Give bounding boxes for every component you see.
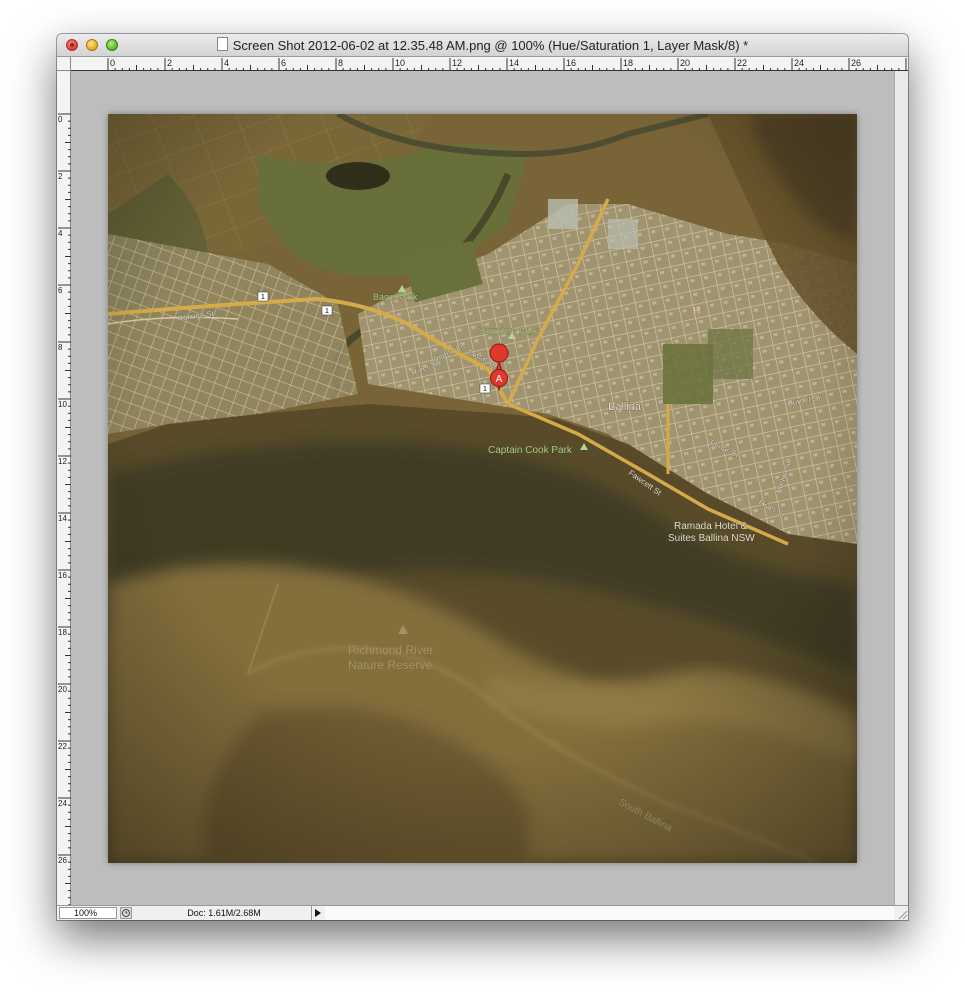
ruler-label: 10 xyxy=(58,400,67,409)
label-richmond-river: Richmond River xyxy=(348,643,433,657)
photoshop-document-window: Screen Shot 2012-06-02 at 12.35.48 AM.pn… xyxy=(57,34,908,920)
ruler-label: 18 xyxy=(623,58,633,68)
ruler-label: 10 xyxy=(395,58,405,68)
document-size-info: Doc: 1.61M/2.68M xyxy=(137,906,312,920)
label-nature-reserve: Nature Reserve xyxy=(348,658,432,672)
route-shield-label: 1 xyxy=(261,294,265,301)
ruler-label: 16 xyxy=(566,58,576,68)
label-captain-cook-park: Captain Cook Park xyxy=(488,445,573,456)
label-ramada-line2: Suites Ballina NSW xyxy=(668,533,755,544)
ruler-origin[interactable] xyxy=(57,57,71,71)
ruler-label: 6 xyxy=(58,286,63,295)
hospital-icon: H xyxy=(693,306,700,317)
map-image-canvas[interactable]: Bagot Park Saunders Park Ballina Captain… xyxy=(108,114,857,863)
ruler-label: 12 xyxy=(58,457,67,466)
horizontal-ruler-scale: 0 2 4 6 8 10 12 14 16 18 20 22 24 26 xyxy=(71,58,908,71)
resize-grip-icon[interactable] xyxy=(894,906,908,920)
ruler-label: 8 xyxy=(58,343,63,352)
ruler-label: 22 xyxy=(58,742,67,751)
ruler-label: 22 xyxy=(737,58,747,68)
ruler-label: 20 xyxy=(680,58,690,68)
route-shield-label: 1 xyxy=(325,308,329,315)
vertical-scrollbar[interactable] xyxy=(894,71,908,905)
zoom-level-value: 100% xyxy=(74,908,98,918)
ruler-label: 24 xyxy=(58,799,67,808)
ruler-label: 8 xyxy=(338,58,343,68)
ruler-label: 4 xyxy=(58,229,63,238)
ruler-label: 24 xyxy=(794,58,804,68)
ruler-label: 14 xyxy=(58,514,67,523)
ruler-label: 0 xyxy=(110,58,115,68)
vertical-ruler[interactable]: 0 2 4 6 8 10 12 14 16 18 20 22 24 26 xyxy=(57,71,71,905)
title-bar[interactable]: Screen Shot 2012-06-02 at 12.35.48 AM.pn… xyxy=(57,34,908,57)
ruler-label: 6 xyxy=(281,58,286,68)
vignette xyxy=(108,114,857,863)
marker-label: A xyxy=(496,374,503,385)
status-menu-arrow-icon[interactable] xyxy=(312,907,324,919)
window-title: Screen Shot 2012-06-02 at 12.35.48 AM.pn… xyxy=(232,38,749,53)
horizontal-scrollbar[interactable] xyxy=(325,906,894,920)
ruler-label: 14 xyxy=(509,58,519,68)
status-options-icon[interactable] xyxy=(120,907,132,919)
label-ramada-line1: Ramada Hotel & xyxy=(674,521,748,532)
label-ballina: Ballina xyxy=(608,401,642,413)
window-title-area: Screen Shot 2012-06-02 at 12.35.48 AM.pn… xyxy=(57,37,908,53)
canvas-area[interactable]: Bagot Park Saunders Park Ballina Captain… xyxy=(71,71,894,905)
label-saunders-park: Saunders Park xyxy=(478,326,538,336)
clock-icon xyxy=(122,909,130,917)
ruler-label: 16 xyxy=(58,571,67,580)
ruler-label: 0 xyxy=(58,115,63,124)
status-bar: 100% Doc: 1.61M/2.68M xyxy=(57,905,908,920)
zoom-level-field[interactable]: 100% xyxy=(59,907,117,919)
ruler-label: 18 xyxy=(58,628,67,637)
ruler-label: 4 xyxy=(224,58,229,68)
ruler-label: 26 xyxy=(851,58,861,68)
label-bagot-park: Bagot Park xyxy=(373,292,418,302)
ruler-label: 26 xyxy=(58,856,67,865)
ruler-label: 2 xyxy=(58,172,63,181)
ruler-label: 2 xyxy=(167,58,172,68)
vertical-ruler-scale: 0 2 4 6 8 10 12 14 16 18 20 22 24 26 xyxy=(58,113,71,905)
document-icon xyxy=(216,37,228,51)
horizontal-ruler[interactable]: 0 2 4 6 8 10 12 14 16 18 20 22 24 26 xyxy=(71,57,908,71)
ruler-label: 20 xyxy=(58,685,67,694)
ruler-label: 12 xyxy=(452,58,462,68)
route-shield-label: 1 xyxy=(483,386,487,393)
